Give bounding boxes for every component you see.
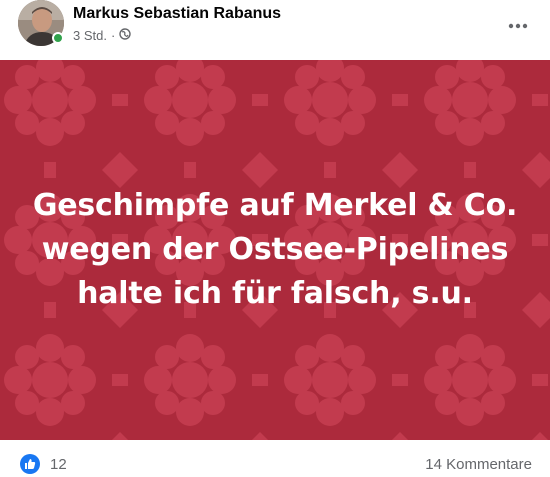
post-author-name[interactable]: Markus Sebastian Rabanus [73, 5, 281, 23]
globe-icon [119, 28, 132, 43]
banner-text-line: wegen der Ostsee-Pipelines [41, 232, 509, 267]
post-header: Markus Sebastian Rabanus 3 Std. · [0, 0, 550, 60]
more-options-button[interactable] [502, 10, 534, 42]
avatar[interactable] [18, 0, 64, 46]
banner-text-container: Geschimpfe auf Merkel & Co. wegen der Os… [0, 60, 550, 440]
banner-text-line: Geschimpfe auf Merkel & Co. [32, 188, 518, 223]
post-timestamp[interactable]: 3 Std. [73, 28, 107, 43]
reaction-count[interactable]: 12 [50, 456, 67, 473]
more-options-icon [508, 23, 528, 29]
thumbs-up-icon[interactable] [20, 454, 40, 474]
post-reactions-bar: 12 14 Kommentare [0, 440, 550, 477]
comments-count-link[interactable]: 14 Kommentare [425, 456, 532, 473]
meta-separator: · [110, 28, 116, 43]
post-meta: 3 Std. · [73, 28, 132, 43]
online-status-indicator [52, 32, 64, 44]
post-background-banner[interactable]: Geschimpfe auf Merkel & Co. wegen der Os… [0, 60, 550, 440]
banner-text-line: halte ich für falsch, s.u. [77, 276, 473, 311]
